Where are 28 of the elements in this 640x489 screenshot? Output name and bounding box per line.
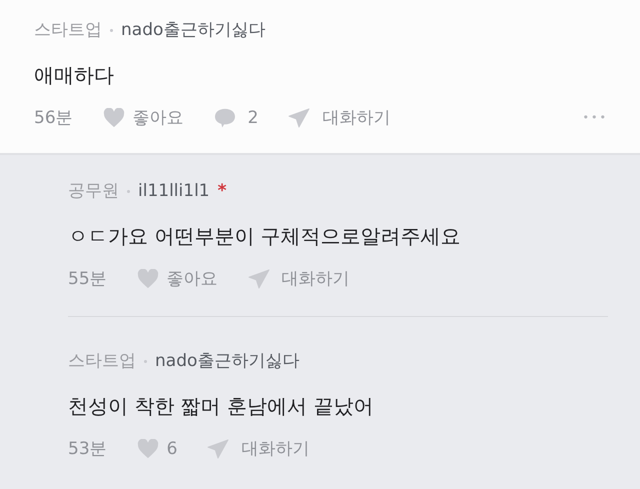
comments-button[interactable]: 2: [214, 106, 258, 131]
author-name[interactable]: nado출근하기싫다: [121, 18, 266, 44]
author-name[interactable]: il11lli1l1: [138, 179, 210, 204]
heart-icon: [136, 269, 159, 290]
paper-plane-icon: [248, 269, 270, 290]
category-label: 스타트업: [68, 350, 136, 373]
like-button[interactable]: 좋아요: [136, 266, 218, 292]
time-label: 55분: [68, 268, 107, 290]
category-label: 공무원: [68, 180, 119, 203]
badge-mark: *: [218, 180, 226, 203]
author-name[interactable]: nado출근하기싫다: [155, 349, 300, 374]
like-button[interactable]: 좋아요: [102, 106, 184, 131]
paper-plane-icon: [207, 439, 230, 460]
like-button[interactable]: 6: [136, 436, 178, 462]
heart-icon: [136, 439, 159, 460]
reply-button[interactable]: 대화하기: [288, 106, 390, 131]
time-label: 56분: [34, 106, 73, 130]
heart-icon: [102, 108, 125, 128]
category-label: 스타트업: [34, 19, 102, 42]
speech-bubble-icon: [214, 108, 236, 128]
reply-button[interactable]: 대화하기: [248, 266, 350, 292]
reply-button[interactable]: 대화하기: [207, 436, 310, 462]
reply-text: 천성이 착한 짧머 훈남에서 끝났어: [68, 392, 374, 420]
paper-plane-icon: [288, 108, 310, 128]
reply-text: ㅇㄷ가요 어떤부분이 구체적으로알려주세요: [68, 222, 462, 250]
time-label: 53분: [68, 438, 107, 460]
more-button[interactable]: •••: [582, 110, 608, 126]
comment-text: 애매하다: [34, 62, 115, 88]
